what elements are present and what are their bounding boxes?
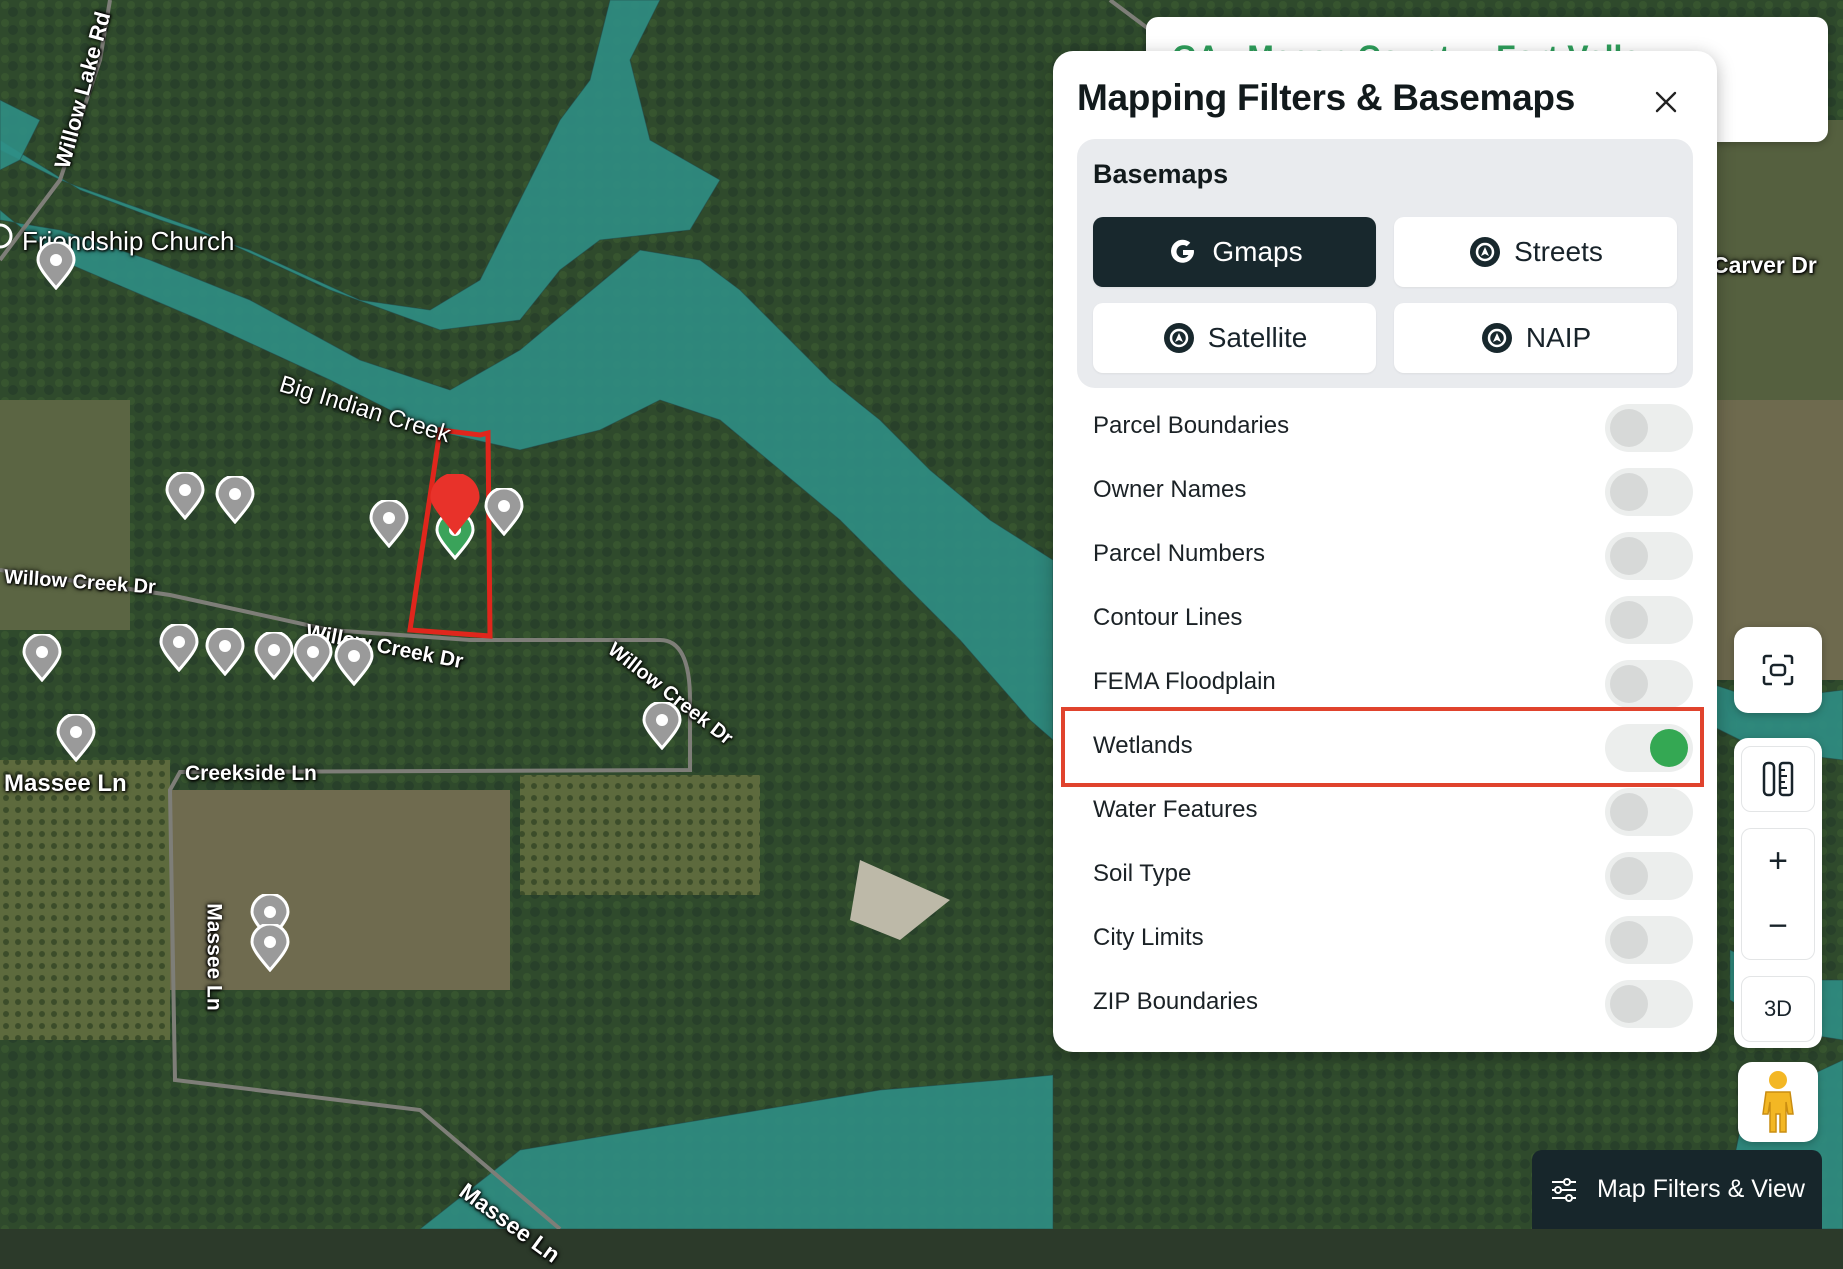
contour-lines-toggle[interactable]: [1605, 596, 1693, 644]
close-icon[interactable]: [1645, 81, 1687, 123]
map-marker-icon[interactable]: [642, 702, 682, 750]
toggle-knob: [1610, 409, 1648, 447]
layer-label: ZIP Boundaries: [1093, 988, 1258, 1015]
city-limits-toggle[interactable]: [1605, 916, 1693, 964]
basemap-label: Satellite: [1207, 322, 1308, 353]
layer-label: FEMA Floodplain: [1093, 668, 1276, 695]
layer-row-fema-floodplain: FEMA Floodplain: [1077, 654, 1693, 714]
basemap-gmaps-button[interactable]: Gmaps: [1093, 217, 1376, 287]
wetlands-highlight-box: [1061, 707, 1704, 787]
parcel-boundaries-toggle[interactable]: [1605, 404, 1693, 452]
toggle-knob: [1610, 921, 1648, 959]
layer-row-city-limits: City Limits: [1077, 910, 1693, 970]
map-filters-view-label: Map Filters & View: [1597, 1175, 1805, 1203]
measure-ruler-button[interactable]: [1741, 746, 1815, 812]
basemaps-section: Basemaps Gmaps Streets Satellite NAIP: [1077, 139, 1693, 388]
layer-label: Owner Names: [1093, 476, 1247, 503]
ruler-icon: [1762, 761, 1794, 797]
3d-view-button[interactable]: 3D: [1741, 976, 1815, 1042]
layer-label: Parcel Numbers: [1093, 540, 1266, 567]
google-g-icon: [1171, 239, 1195, 263]
fema-floodplain-toggle[interactable]: [1605, 660, 1693, 708]
map-marker-icon[interactable]: [165, 472, 205, 520]
selected-location-pin-icon[interactable]: [428, 474, 482, 536]
mapping-filters-panel: Mapping Filters & Basemaps Basemaps Gmap…: [1053, 51, 1717, 1052]
map-marker-icon[interactable]: [369, 500, 409, 548]
basemap-label: NAIP: [1525, 322, 1592, 353]
sliders-icon: [1552, 1177, 1577, 1202]
parcel-numbers-toggle[interactable]: [1605, 532, 1693, 580]
toggle-knob: [1610, 857, 1648, 895]
toggle-knob: [1610, 601, 1648, 639]
soil-type-toggle[interactable]: [1605, 852, 1693, 900]
map-tool-controls: + − 3D: [1734, 738, 1822, 1048]
basemaps-title: Basemaps: [1093, 159, 1229, 189]
layer-row-owner-names: Owner Names: [1077, 462, 1693, 522]
map-marker-icon[interactable]: [334, 638, 374, 686]
map-marker-icon[interactable]: [56, 714, 96, 762]
pegman-icon: [1762, 1071, 1794, 1133]
layer-row-water-features: Water Features: [1077, 782, 1693, 842]
basemap-label: Gmaps: [1212, 236, 1303, 267]
zoom-out-button[interactable]: −: [1741, 894, 1815, 960]
zip-boundaries-toggle[interactable]: [1605, 980, 1693, 1028]
owner-names-toggle[interactable]: [1605, 468, 1693, 516]
toggle-knob: [1610, 665, 1648, 703]
layer-row-soil-type: Soil Type: [1077, 846, 1693, 906]
street-view-control[interactable]: [1738, 1062, 1818, 1142]
layer-row-parcel-boundaries: Parcel Boundaries: [1077, 398, 1693, 458]
toggle-knob: [1610, 985, 1648, 1023]
map-marker-icon[interactable]: [254, 632, 294, 680]
layer-row-parcel-numbers: Parcel Numbers: [1077, 526, 1693, 586]
layer-label: Soil Type: [1093, 860, 1192, 887]
basemap-label: Streets: [1514, 236, 1603, 267]
toggle-knob: [1610, 793, 1648, 831]
map-marker-icon[interactable]: [22, 634, 62, 682]
3d-label: 3D: [1763, 996, 1793, 1021]
map-filters-view-button[interactable]: Map Filters & View: [1532, 1150, 1822, 1229]
layer-label: Parcel Boundaries: [1093, 412, 1290, 439]
compass-icon: [1481, 323, 1512, 353]
water-features-toggle[interactable]: [1605, 788, 1693, 836]
compass-icon: [1163, 323, 1194, 353]
recenter-control: [1734, 627, 1822, 713]
plus-icon: +: [1768, 842, 1788, 880]
map-marker-icon[interactable]: [250, 924, 290, 972]
road-label-massee-ln: Massee Ln: [4, 770, 127, 797]
focus-frame-icon: [1762, 654, 1794, 686]
basemap-streets-button[interactable]: Streets: [1394, 217, 1677, 287]
recenter-button[interactable]: [1741, 633, 1815, 707]
layer-label: Contour Lines: [1093, 604, 1243, 631]
map-marker-icon[interactable]: [205, 628, 245, 676]
map-marker-icon[interactable]: [215, 476, 255, 524]
toggle-knob: [1610, 473, 1648, 511]
compass-icon: [1470, 237, 1501, 267]
basemap-satellite-button[interactable]: Satellite: [1093, 303, 1376, 373]
map-marker-icon[interactable]: [36, 242, 76, 290]
map-marker-icon[interactable]: [0, 218, 14, 258]
minus-icon: −: [1768, 907, 1788, 945]
map-marker-icon[interactable]: [484, 488, 524, 536]
road-label-carver-dr: Carver Dr: [1712, 252, 1817, 278]
road-label-massee-ln: Massee Ln: [202, 903, 226, 1011]
road-label-creekside-ln: Creekside Ln: [185, 762, 317, 785]
panel-title: Mapping Filters & Basemaps: [1077, 77, 1575, 118]
zoom-in-button[interactable]: +: [1741, 828, 1815, 894]
toggle-knob: [1610, 537, 1648, 575]
layer-row-zip-boundaries: ZIP Boundaries: [1077, 974, 1693, 1034]
layer-row-contour-lines: Contour Lines: [1077, 590, 1693, 650]
layer-label: City Limits: [1093, 924, 1204, 951]
map-marker-icon[interactable]: [159, 624, 199, 672]
map-marker-icon[interactable]: [293, 634, 333, 682]
layer-label: Water Features: [1093, 796, 1258, 823]
basemap-naip-button[interactable]: NAIP: [1394, 303, 1677, 373]
